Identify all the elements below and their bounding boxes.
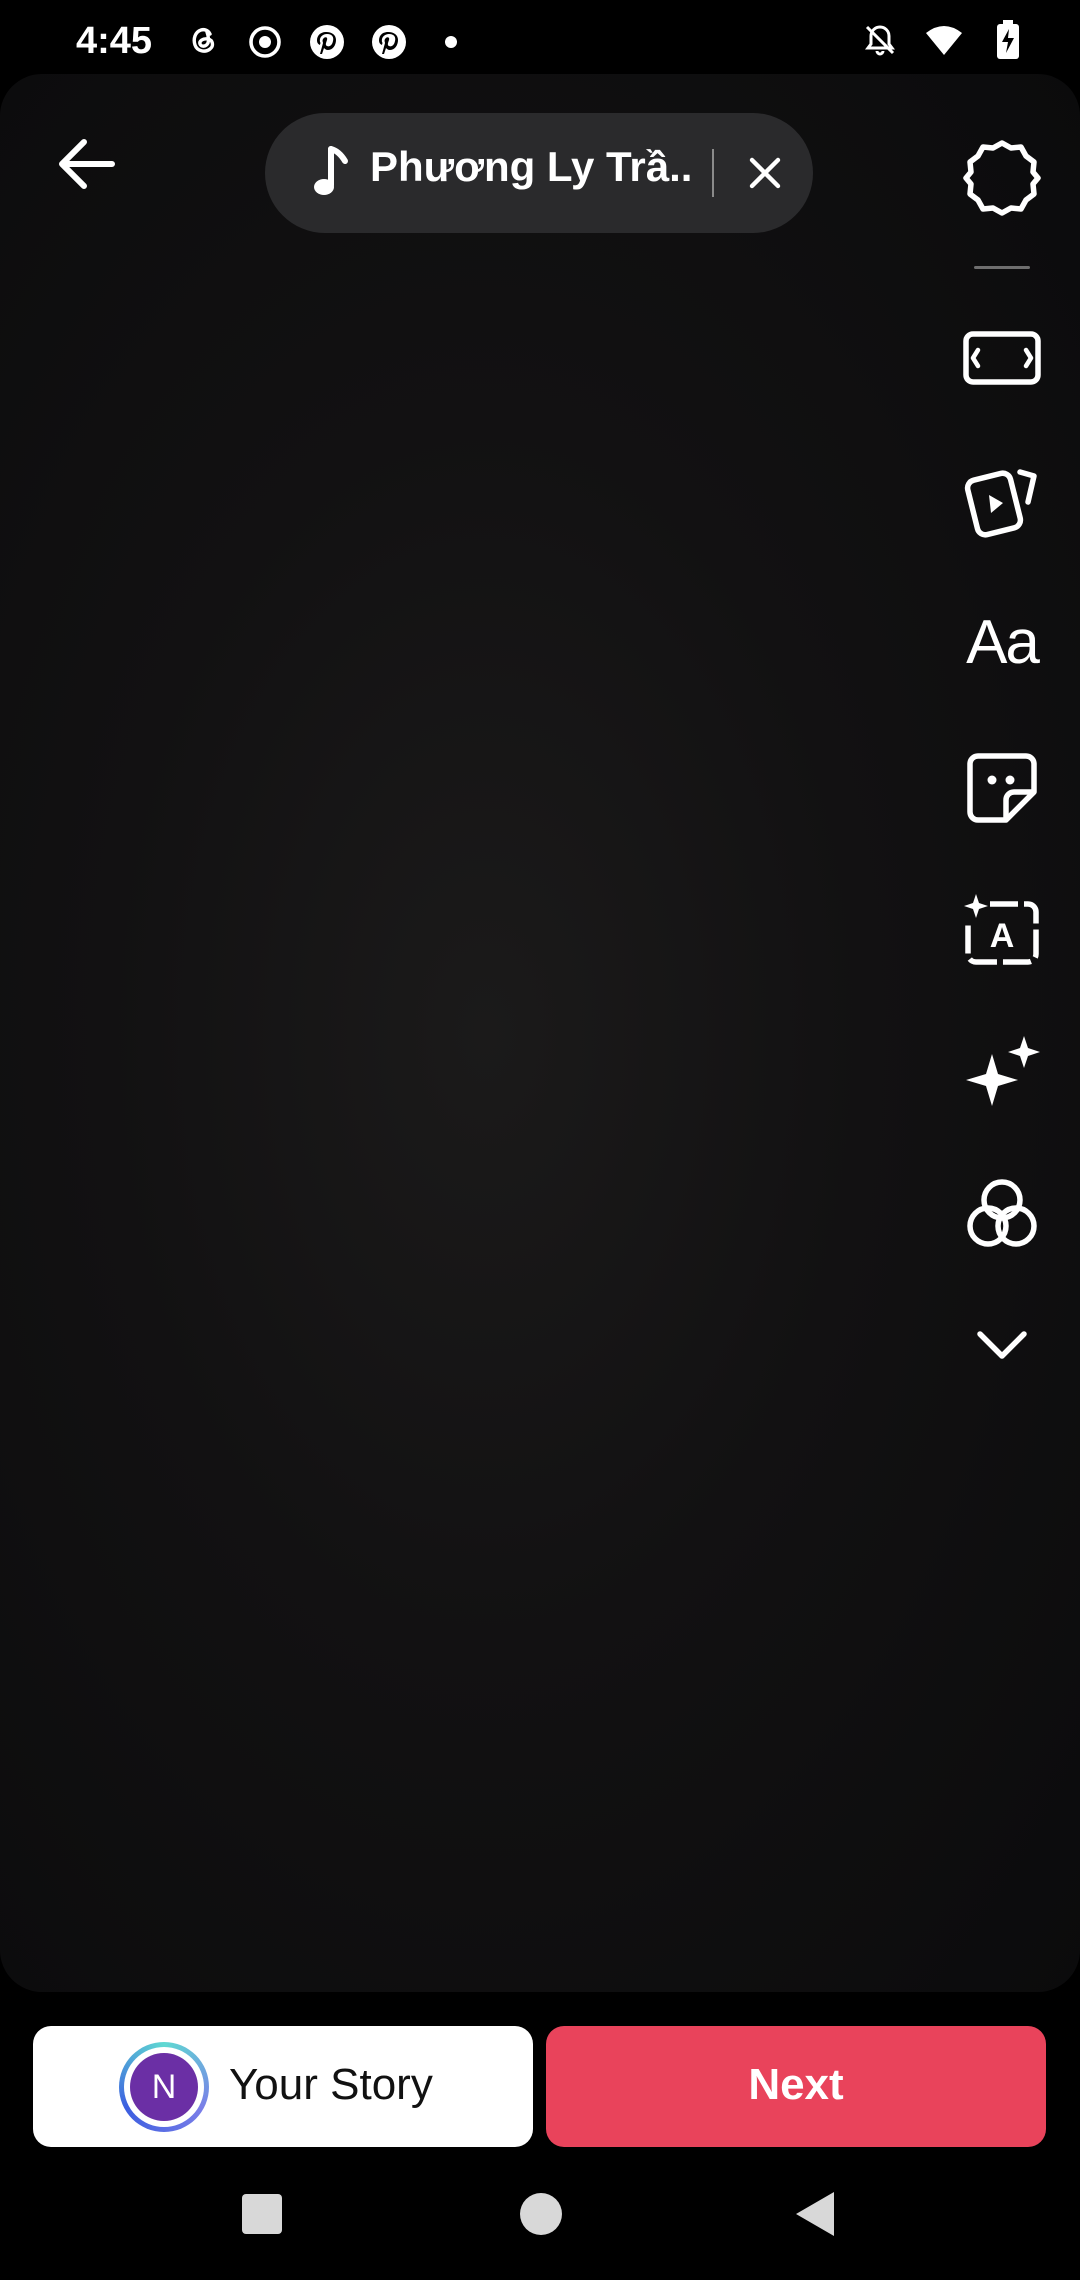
your-story-button[interactable]: N Your Story: [33, 2026, 533, 2147]
arrow-left-icon: [59, 139, 115, 189]
wifi-icon: [924, 20, 964, 60]
back-button[interactable]: [50, 128, 122, 200]
text-icon: Aa: [966, 607, 1040, 677]
text-button[interactable]: Aa: [956, 596, 1048, 688]
chevron-down-icon: [977, 1331, 1027, 1359]
settings-button[interactable]: [956, 132, 1048, 224]
next-label: Next: [748, 2060, 844, 2109]
media-clip-button[interactable]: [956, 456, 1048, 548]
bell-off-icon: [860, 20, 900, 60]
home-button[interactable]: [520, 2193, 562, 2235]
auto-caption-icon: A: [964, 894, 1039, 965]
auto-caption-button[interactable]: A: [956, 884, 1048, 976]
dot-icon: [431, 22, 471, 62]
record-icon: [245, 22, 285, 62]
remove-music-button[interactable]: [739, 147, 791, 199]
close-icon: [749, 157, 781, 189]
story-canvas[interactable]: [0, 74, 1080, 1992]
recents-button[interactable]: [242, 2194, 282, 2234]
status-bar: 4:45: [0, 0, 1080, 80]
status-left-icons: [183, 22, 471, 62]
filters-icon: [967, 1179, 1037, 1247]
more-tools-button[interactable]: [956, 1298, 1048, 1390]
nav-back-button[interactable]: [794, 2190, 836, 2238]
threads-icon: [183, 22, 223, 62]
effects-sparkle-icon: [966, 1036, 1040, 1106]
aspect-ratio-button[interactable]: [956, 312, 1048, 404]
aspect-ratio-icon: [963, 331, 1041, 385]
svg-text:A: A: [990, 917, 1015, 955]
triangle-back-icon: [796, 2192, 834, 2236]
song-title: Phương Ly Trầ...: [370, 143, 690, 190]
your-story-label: Your Story: [229, 2060, 433, 2109]
status-time: 4:45: [76, 20, 153, 62]
battery-charging-icon: [988, 20, 1028, 60]
music-pill[interactable]: Phương Ly Trầ...: [265, 113, 813, 233]
sticker-button[interactable]: [956, 742, 1048, 834]
pinterest-icon: [307, 22, 347, 62]
pill-divider: [712, 149, 714, 197]
avatar: N: [130, 2053, 198, 2121]
toolbar-divider: [974, 266, 1030, 269]
pinterest-icon: [369, 22, 409, 62]
sticker-icon: [967, 753, 1037, 823]
avatar-ring: N: [119, 2042, 209, 2132]
filters-button[interactable]: [956, 1168, 1048, 1260]
media-clip-icon: [964, 469, 1037, 538]
status-right-icons: [860, 20, 1028, 60]
effects-button[interactable]: [956, 1026, 1048, 1118]
music-note-icon: [313, 145, 353, 201]
settings-icon: [963, 140, 1041, 216]
next-button[interactable]: Next: [546, 2026, 1046, 2147]
